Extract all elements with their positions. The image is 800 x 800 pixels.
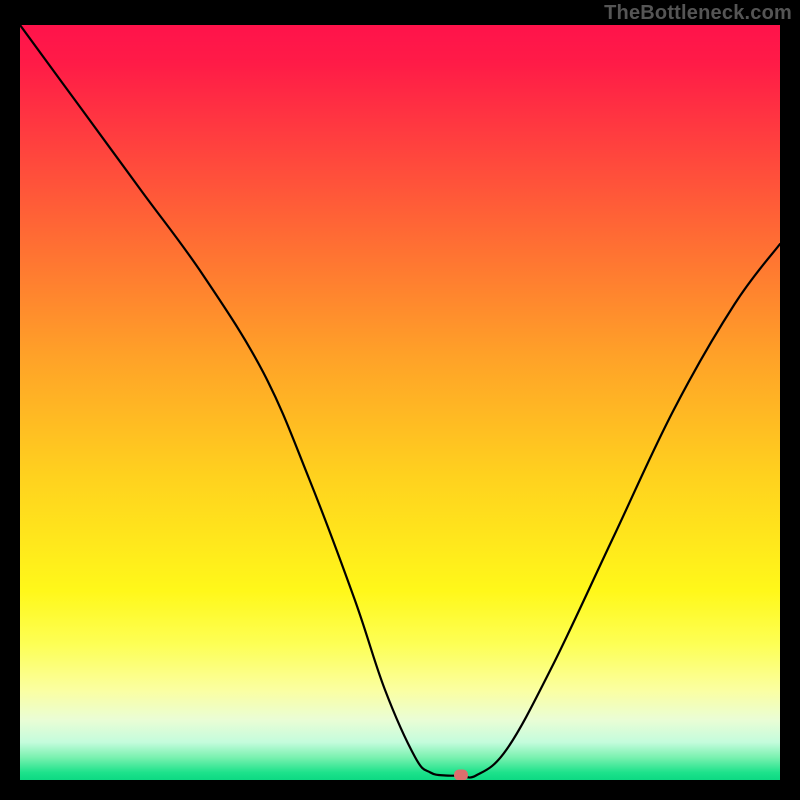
plot-area bbox=[20, 25, 780, 780]
curve-svg bbox=[20, 25, 780, 780]
watermark-text: TheBottleneck.com bbox=[604, 2, 792, 25]
chart-frame: TheBottleneck.com bbox=[0, 0, 800, 800]
bottleneck-curve-path bbox=[20, 25, 780, 778]
optimal-point-marker bbox=[454, 770, 468, 780]
